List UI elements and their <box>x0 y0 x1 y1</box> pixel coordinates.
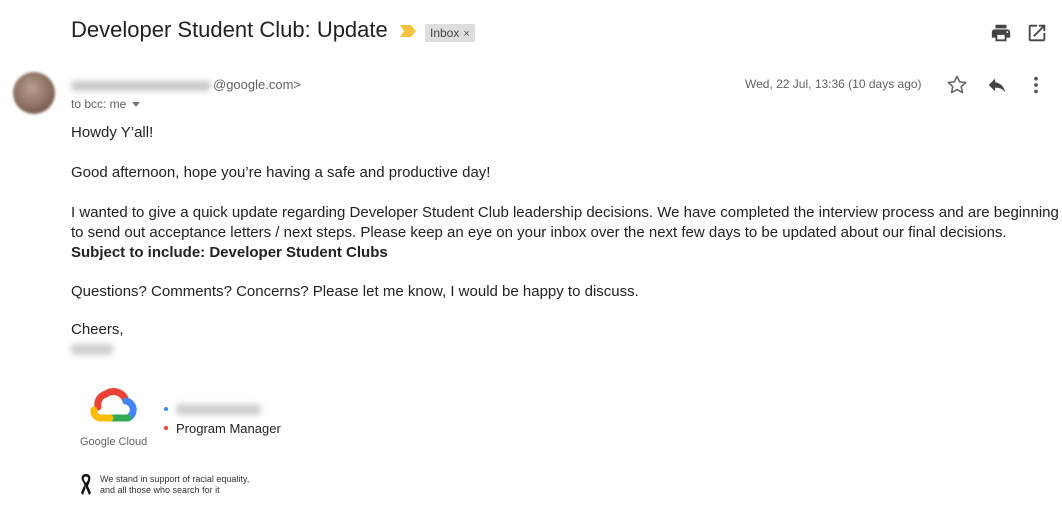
sender-address[interactable]: @google.com> <box>71 77 301 92</box>
open-in-new-window-icon[interactable] <box>1026 22 1048 44</box>
star-icon[interactable] <box>946 74 968 96</box>
more-vertical-icon[interactable] <box>1030 74 1042 96</box>
email-subject: Developer Student Club: Update <box>71 17 388 42</box>
email-greeting: Howdy Y’all! <box>71 124 154 141</box>
google-cloud-wordmark: Google Cloud <box>80 436 148 448</box>
equality-statement-line-2: and all those who search for it <box>100 485 220 495</box>
inbox-label-text: Inbox <box>430 26 460 40</box>
email-paragraph-2-line-2: to send out acceptance letters / next st… <box>71 224 1007 241</box>
sender-name-redacted <box>71 80 211 91</box>
inbox-label-chip: Inbox × <box>425 24 475 42</box>
recipients-details[interactable]: to bcc: me <box>71 97 141 111</box>
sender-domain: @google.com> <box>213 77 301 92</box>
email-paragraph-3: Questions? Comments? Concerns? Please le… <box>71 283 639 300</box>
remove-label-button[interactable]: × <box>463 28 469 40</box>
email-subject-instruction: Subject to include: Developer Student Cl… <box>71 244 388 261</box>
bullet-dot-red <box>164 426 168 430</box>
recipients-text: to bcc: me <box>71 97 127 111</box>
signature-role: Program Manager <box>176 421 281 436</box>
black-ribbon-icon <box>81 474 91 495</box>
chevron-down-icon[interactable] <box>132 102 141 108</box>
print-icon[interactable] <box>990 22 1012 44</box>
email-paragraph-1: Good afternoon, hope you’re having a saf… <box>71 164 491 181</box>
equality-statement-line-1: We stand in support of racial equality, <box>100 474 250 484</box>
email-date: Wed, 22 Jul, 13:36 (10 days ago) <box>745 77 922 91</box>
bullet-dot-blue <box>164 407 168 411</box>
signature-name-redacted <box>71 344 113 355</box>
email-closing: Cheers, <box>71 321 124 338</box>
google-cloud-logo-icon <box>90 388 137 422</box>
sender-avatar[interactable] <box>13 72 55 114</box>
reply-icon[interactable] <box>985 74 1009 96</box>
signature-fullname-redacted <box>176 404 261 415</box>
important-marker-icon[interactable] <box>399 24 417 38</box>
email-paragraph-2-line-1: I wanted to give a quick update regardin… <box>71 204 1059 221</box>
